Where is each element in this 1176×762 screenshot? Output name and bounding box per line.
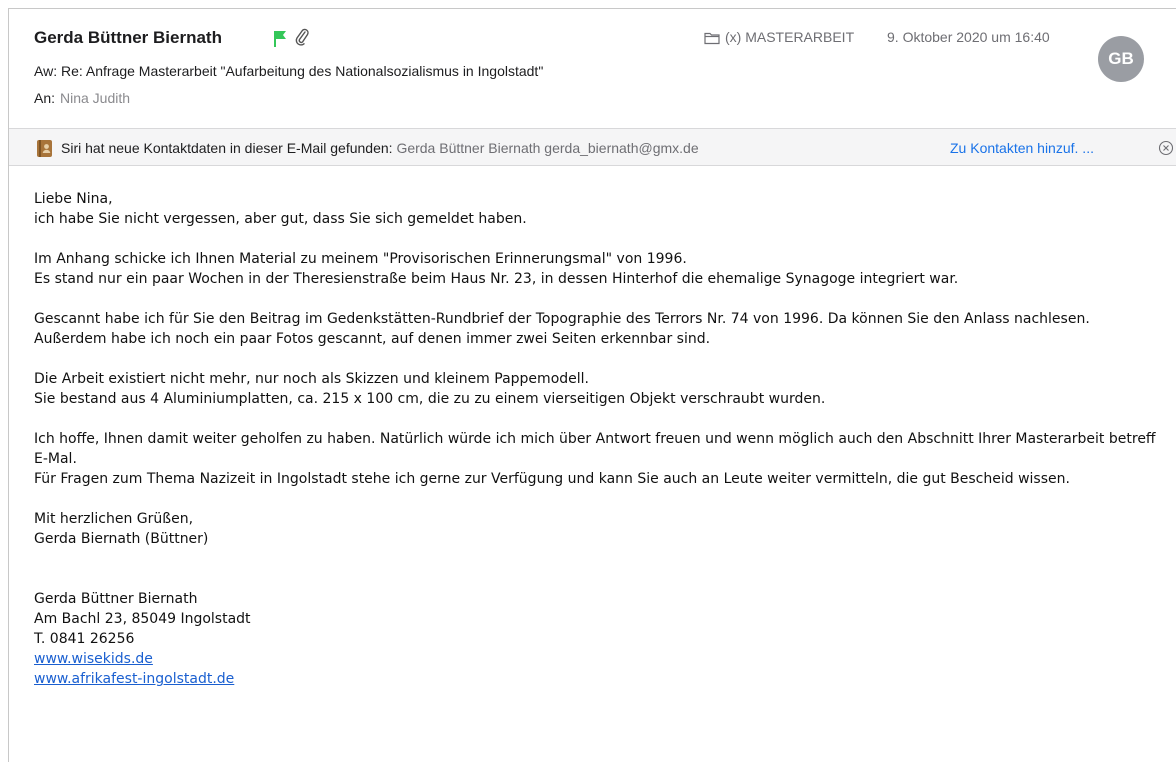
contacts-book-icon: [37, 140, 52, 157]
avatar[interactable]: GB: [1098, 36, 1144, 82]
signoff: Gerda Biernath (Büttner): [34, 531, 209, 547]
wisekids-link[interactable]: www.wisekids.de: [34, 651, 153, 667]
body-paragraph: Gescannt habe ich für Sie den Beitrag im…: [34, 311, 1090, 327]
body-paragraph: Die Arbeit existiert nicht mehr, nur noc…: [34, 371, 589, 387]
signature-address: Am Bachl 23, 85049 Ingolstadt: [34, 611, 251, 627]
body-paragraph: Sie bestand aus 4 Aluminiumplatten, ca. …: [34, 391, 826, 407]
mailbox-label[interactable]: (x) MASTERARBEIT: [725, 29, 854, 45]
body-paragraph: Ich hoffe, Ihnen damit weiter geholfen z…: [34, 431, 1156, 467]
body-paragraph: Im Anhang schicke ich Ihnen Material zu …: [34, 251, 687, 267]
body-paragraph: Es stand nur ein paar Wochen in der Ther…: [34, 271, 959, 287]
paperclip-icon[interactable]: [295, 28, 309, 46]
siri-suggestion-label: Siri hat neue Kontaktdaten in dieser E-M…: [61, 140, 393, 156]
message-body: Liebe Nina, ich habe Sie nicht vergessen…: [34, 189, 1164, 689]
siri-suggestion-bar: Siri hat neue Kontaktdaten in dieser E-M…: [9, 128, 1176, 166]
closing: Mit herzlichen Grüßen,: [34, 511, 194, 527]
afrikafest-link[interactable]: www.afrikafest-ingolstadt.de: [34, 671, 234, 687]
subject-line: Aw: Re: Anfrage Masterarbeit "Aufarbeitu…: [34, 63, 544, 79]
close-icon[interactable]: [1158, 140, 1174, 156]
folder-icon: [704, 32, 720, 45]
recipient-name[interactable]: Nina Judith: [60, 90, 130, 106]
body-paragraph: Für Fragen zum Thema Nazizeit in Ingolst…: [34, 471, 1070, 487]
body-paragraph: Außerdem habe ich noch ein paar Fotos ge…: [34, 331, 711, 347]
message-date: 9. Oktober 2020 um 16:40: [887, 29, 1050, 45]
flag-icon[interactable]: [272, 30, 288, 48]
greeting: Liebe Nina,: [34, 191, 113, 207]
body-paragraph: ich habe Sie nicht vergessen, aber gut, …: [34, 211, 527, 227]
sender-name[interactable]: Gerda Büttner Biernath: [34, 28, 222, 48]
signature-phone: T. 0841 26256: [34, 631, 135, 647]
to-label: An:: [34, 90, 56, 106]
suggested-contact: Gerda Büttner Biernath gerda_biernath@gm…: [396, 140, 699, 156]
signature-name: Gerda Büttner Biernath: [34, 591, 198, 607]
add-to-contacts-button[interactable]: Zu Kontakten hinzuf. ...: [950, 140, 1094, 156]
siri-suggestion-text: Siri hat neue Kontaktdaten in dieser E-M…: [61, 140, 699, 156]
